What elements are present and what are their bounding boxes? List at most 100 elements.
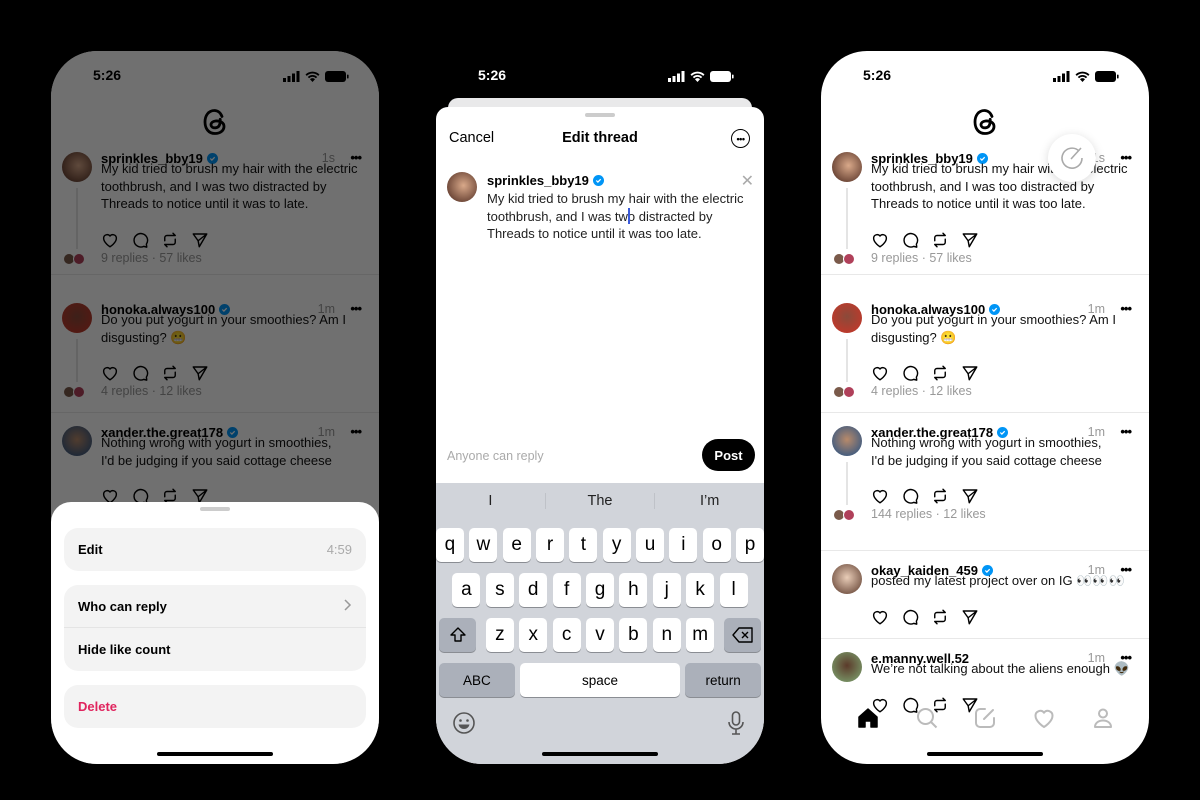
key-l[interactable]: l (719, 573, 748, 607)
post-actions (871, 231, 979, 249)
key-u[interactable]: u (636, 528, 664, 562)
phone-edit-thread: 5:26 Cancel Edit thread ••• sprinkles_bb… (436, 51, 764, 764)
more-options-icon[interactable]: ••• (731, 129, 750, 148)
comment-icon[interactable] (901, 608, 919, 626)
space-key[interactable]: space (520, 663, 680, 697)
suggestion[interactable]: The (544, 493, 656, 509)
post-button[interactable]: Post (702, 439, 755, 471)
who-can-reply-option[interactable]: Who can reply (64, 585, 366, 628)
suggestion[interactable]: I’m (655, 493, 764, 509)
heart-icon[interactable] (871, 608, 889, 626)
profile-icon[interactable] (1091, 706, 1115, 730)
avatar[interactable] (832, 426, 862, 456)
key-r[interactable]: r (536, 528, 564, 562)
text-cursor (628, 208, 630, 224)
heart-icon[interactable] (871, 487, 889, 505)
share-icon[interactable] (961, 231, 979, 249)
emoji-icon[interactable] (452, 711, 476, 740)
repost-icon[interactable] (931, 608, 949, 626)
repost-icon[interactable] (931, 364, 949, 382)
heart-icon[interactable] (1032, 706, 1056, 730)
replies-count[interactable]: 9 replies (871, 251, 918, 265)
sheet-handle[interactable] (585, 113, 615, 117)
key-x[interactable]: x (519, 618, 548, 652)
comment-icon[interactable] (901, 364, 919, 382)
heart-icon[interactable] (871, 231, 889, 249)
shift-key[interactable] (439, 618, 476, 652)
replies-count[interactable]: 4 replies (871, 384, 918, 398)
key-c[interactable]: c (552, 618, 581, 652)
key-k[interactable]: k (686, 573, 715, 607)
heart-icon[interactable] (871, 364, 889, 382)
thread-text-input[interactable]: My kid tried to brush my hair with the e… (487, 190, 757, 243)
edit-option[interactable]: Edit 4:59 (64, 528, 366, 571)
key-n[interactable]: n (652, 618, 681, 652)
repost-icon[interactable] (931, 487, 949, 505)
avatar[interactable] (832, 152, 862, 182)
abc-key[interactable]: ABC (439, 663, 515, 697)
thread-line (846, 339, 848, 383)
key-a[interactable]: a (452, 573, 481, 607)
avatar[interactable] (832, 652, 862, 682)
compose-icon[interactable] (973, 706, 997, 730)
repost-icon[interactable] (931, 231, 949, 249)
hide-like-count-label: Hide like count (78, 642, 171, 657)
key-q[interactable]: q (436, 528, 464, 562)
avatar[interactable] (832, 303, 862, 333)
close-icon[interactable]: ✕ (741, 171, 754, 191)
search-icon[interactable] (915, 706, 939, 730)
key-e[interactable]: e (502, 528, 531, 562)
signal-icon (1053, 69, 1070, 87)
key-row: zxcvbnm (436, 618, 764, 652)
threads-logo-icon[interactable] (971, 107, 999, 137)
share-icon[interactable] (961, 608, 979, 626)
divider (821, 638, 1149, 639)
microphone-icon[interactable] (726, 710, 746, 741)
delete-option[interactable]: Delete (64, 685, 366, 728)
username: sprinkles_bby19 (487, 173, 589, 188)
divider (821, 273, 1149, 275)
key-m[interactable]: m (686, 618, 715, 652)
key-y[interactable]: y (602, 528, 631, 562)
key-z[interactable]: z (485, 618, 514, 652)
comment-icon[interactable] (901, 487, 919, 505)
sheet-handle[interactable] (200, 507, 230, 511)
post-text: My kid tried to brush my hair with the e… (871, 161, 1128, 212)
key-g[interactable]: g (586, 573, 614, 607)
likes-count[interactable]: 57 likes (929, 251, 971, 265)
comment-icon[interactable] (901, 231, 919, 249)
edit-timer: 4:59 (326, 542, 352, 557)
key-h[interactable]: h (619, 573, 648, 607)
backspace-key[interactable] (724, 618, 761, 652)
key-i[interactable]: i (669, 528, 698, 562)
avatar[interactable] (832, 564, 862, 594)
share-icon[interactable] (961, 364, 979, 382)
divider (821, 412, 1149, 413)
key-j[interactable]: j (652, 573, 681, 607)
post-actions (871, 608, 979, 626)
key-o[interactable]: o (702, 528, 731, 562)
settings-group: Who can reply Hide like count (64, 585, 366, 671)
battery-icon (710, 69, 734, 87)
home-icon[interactable] (856, 706, 880, 730)
key-d[interactable]: d (519, 573, 548, 607)
reply-setting-button[interactable]: Anyone can reply (447, 449, 544, 463)
replies-count[interactable]: 144 replies (871, 507, 932, 521)
key-b[interactable]: b (619, 618, 648, 652)
key-s[interactable]: s (485, 573, 514, 607)
key-v[interactable]: v (586, 618, 614, 652)
hide-like-count-option[interactable]: Hide like count (64, 628, 366, 671)
key-f[interactable]: f (552, 573, 581, 607)
key-t[interactable]: t (569, 528, 598, 562)
edit-icon[interactable] (1048, 134, 1096, 182)
likes-count[interactable]: 12 likes (943, 507, 985, 521)
share-icon[interactable] (961, 487, 979, 505)
return-key[interactable]: return (685, 663, 761, 697)
post-stats: 9 replies · 57 likes (871, 250, 972, 265)
likes-count[interactable]: 12 likes (929, 384, 971, 398)
thread-line (846, 462, 848, 506)
key-w[interactable]: w (469, 528, 498, 562)
phone-post-options: 5:26sprinkles_bby191s•••My kid tried to … (51, 51, 379, 764)
key-p[interactable]: p (736, 528, 764, 562)
suggestion[interactable]: I (436, 493, 545, 509)
